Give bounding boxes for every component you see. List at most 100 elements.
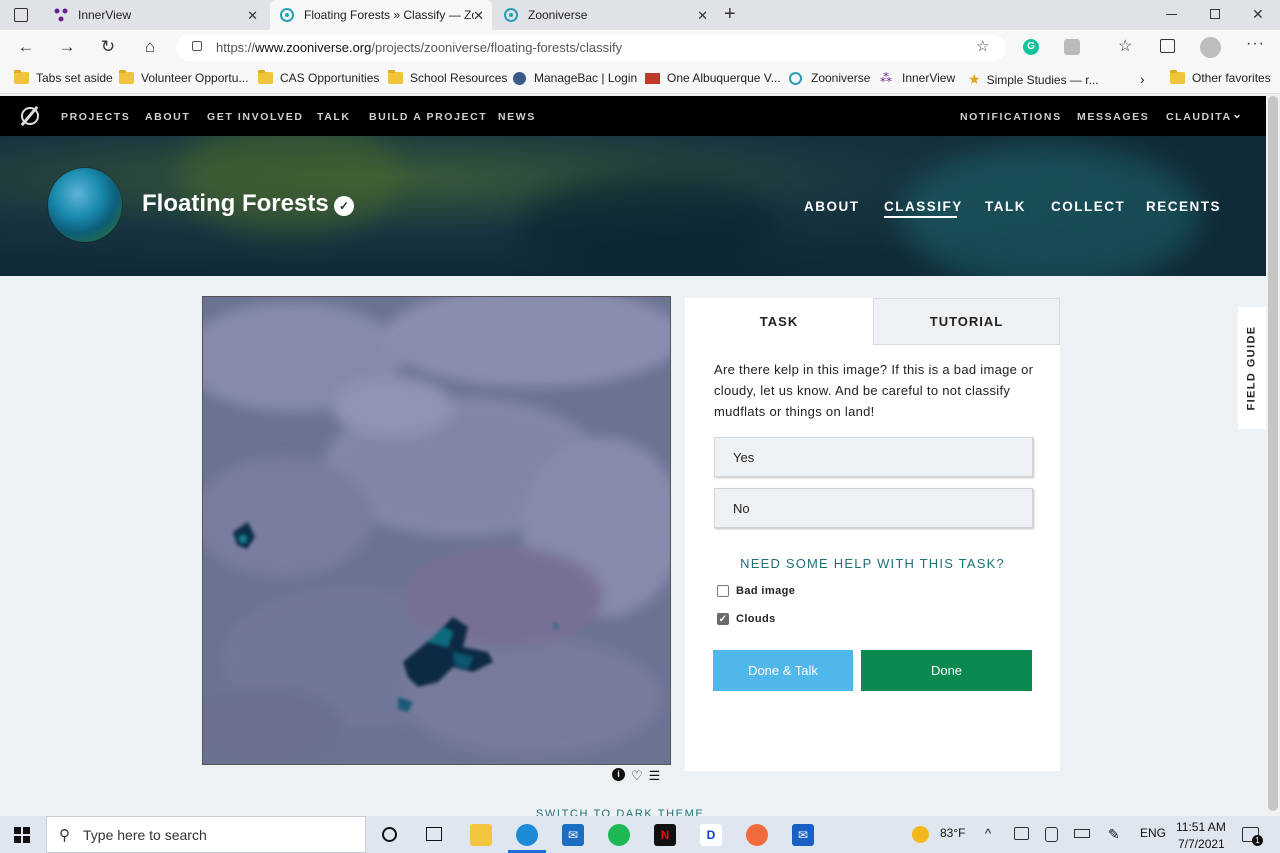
add-favorite-icon[interactable]: ☆ <box>976 37 989 55</box>
favorite-item[interactable]: School Resources <box>388 70 508 85</box>
nav-get-involved[interactable]: GET INVOLVED <box>207 111 304 123</box>
mail-calendar-icon[interactable]: ✉ <box>792 824 814 846</box>
scrollbar-thumb[interactable] <box>1268 96 1278 811</box>
more-menu-icon[interactable]: ··· <box>1246 35 1265 53</box>
close-tab-icon[interactable]: ✕ <box>247 8 258 24</box>
extension-icon[interactable] <box>1064 39 1080 55</box>
verified-check-icon: ✓ <box>334 196 354 216</box>
nav-notifications[interactable]: NOTIFICATIONS <box>960 111 1062 123</box>
browser-tab-floating-forests[interactable]: Floating Forests » Classify — Zoo ✕ <box>270 0 492 30</box>
pen-icon[interactable]: ✎ <box>1108 826 1120 843</box>
clouds-checkbox-row[interactable]: ✓ Clouds <box>717 613 776 625</box>
weather-temp[interactable]: 83°F <box>940 826 965 840</box>
favorite-item[interactable]: Volunteer Opportu... <box>119 70 249 85</box>
nav-about[interactable]: ABOUT <box>145 111 190 123</box>
favorite-item[interactable]: One Albuquerque V... <box>645 71 781 85</box>
tab-task[interactable]: TASK <box>685 298 873 345</box>
paint-icon[interactable] <box>746 824 768 846</box>
favorites-overflow-icon[interactable]: › <box>1140 71 1145 87</box>
other-favorites[interactable]: Other favorites <box>1170 70 1271 85</box>
project-avatar[interactable] <box>48 168 122 242</box>
grammarly-icon[interactable]: G <box>1023 39 1039 55</box>
clock-time[interactable]: 11:51 AM <box>1176 820 1226 834</box>
disney-plus-icon[interactable]: D <box>700 824 722 846</box>
task-help-link[interactable]: NEED SOME HELP WITH THIS TASK? <box>685 556 1060 571</box>
clock-date[interactable]: 7/7/2021 <box>1178 837 1225 851</box>
nav-user-menu[interactable]: CLAUDITA <box>1166 111 1232 123</box>
nav-talk[interactable]: TALK <box>317 111 351 123</box>
taskbar-search-input[interactable]: ⚲ Type here to search <box>46 816 366 853</box>
project-nav-recents[interactable]: RECENTS <box>1146 199 1221 214</box>
new-tab-button[interactable]: + <box>724 3 736 26</box>
favorite-label: School Resources <box>410 71 508 85</box>
bad-image-checkbox[interactable] <box>717 585 729 597</box>
tray-app-icon[interactable] <box>1045 827 1058 842</box>
clouds-checkbox[interactable]: ✓ <box>717 613 729 625</box>
file-explorer-icon[interactable] <box>470 824 492 846</box>
forward-icon[interactable]: → <box>55 36 79 58</box>
favorite-item[interactable]: ★ Simple Studies — r... <box>968 71 1099 88</box>
battery-icon[interactable] <box>1074 829 1090 838</box>
heart-icon[interactable]: ♡ <box>631 768 643 784</box>
address-bar[interactable]: https://www.zooniverse.org/projects/zoon… <box>176 34 1006 61</box>
zooniverse-icon <box>789 71 802 85</box>
close-tab-icon[interactable]: ✕ <box>473 8 484 24</box>
tray-overflow-icon[interactable]: ^ <box>985 826 991 841</box>
globe-icon <box>513 71 526 85</box>
favorite-item[interactable]: Tabs set aside <box>14 70 113 85</box>
tray-app-icon[interactable] <box>1014 827 1029 840</box>
home-icon[interactable]: ⌂ <box>138 36 162 58</box>
netflix-icon[interactable]: N <box>654 824 676 846</box>
browser-tab-zooniverse[interactable]: Zooniverse ✕ <box>494 0 716 30</box>
favorite-label: Volunteer Opportu... <box>141 71 249 85</box>
favorite-item[interactable]: CAS Opportunities <box>258 70 379 85</box>
nav-projects[interactable]: PROJECTS <box>61 111 130 123</box>
project-nav-classify[interactable]: CLASSIFY <box>884 199 963 214</box>
language-indicator[interactable]: ENG <box>1140 826 1166 840</box>
field-guide-tab[interactable]: FIELD GUIDE <box>1238 307 1266 429</box>
nav-news[interactable]: NEWS <box>498 111 536 123</box>
back-icon[interactable]: ← <box>14 36 38 58</box>
spotify-icon[interactable] <box>608 824 630 846</box>
close-tab-icon[interactable]: ✕ <box>697 8 708 24</box>
tab-actions-icon[interactable] <box>14 8 28 22</box>
nav-messages[interactable]: MESSAGES <box>1077 111 1149 123</box>
project-title[interactable]: Floating Forests <box>142 190 329 218</box>
browser-toolbar: ← → ↻ ⌂ https://www.zooniverse.org/proje… <box>0 30 1280 64</box>
done-button[interactable]: Done <box>861 650 1032 691</box>
browser-tab-innerview[interactable]: InnerView ✕ <box>44 0 266 30</box>
profile-avatar[interactable] <box>1200 37 1221 58</box>
minimize-icon[interactable] <box>1166 14 1177 15</box>
project-nav-about[interactable]: ABOUT <box>804 199 860 214</box>
favorite-item[interactable]: Zooniverse <box>789 71 870 85</box>
favorite-item[interactable]: ManageBac | Login <box>513 71 637 85</box>
favorite-item[interactable]: ⁂ InnerView <box>880 71 955 85</box>
weather-icon[interactable] <box>912 826 929 843</box>
innerview-icon: ⁂ <box>880 71 892 85</box>
refresh-icon[interactable]: ↻ <box>96 36 120 58</box>
answer-no-button[interactable]: No <box>714 488 1033 528</box>
chevron-down-icon[interactable]: ⌄ <box>1232 107 1242 121</box>
folder-icon <box>388 70 403 84</box>
info-icon[interactable]: i <box>612 768 625 781</box>
favorite-label: Zooniverse <box>811 71 871 85</box>
restore-icon[interactable] <box>1210 9 1220 19</box>
list-icon[interactable]: ☰ <box>649 768 661 784</box>
bad-image-checkbox-row[interactable]: Bad image <box>717 585 795 597</box>
cortana-icon[interactable] <box>382 827 397 842</box>
answer-yes-button[interactable]: Yes <box>714 437 1033 477</box>
close-window-icon[interactable]: ✕ <box>1252 6 1264 23</box>
favorites-icon[interactable]: ☆ <box>1118 36 1132 56</box>
tab-tutorial[interactable]: TUTORIAL <box>873 298 1060 345</box>
mail-icon[interactable]: ✉ <box>562 824 584 846</box>
project-nav-talk[interactable]: TALK <box>985 199 1026 214</box>
project-nav-collect[interactable]: COLLECT <box>1051 199 1125 214</box>
done-and-talk-button[interactable]: Done & Talk <box>713 650 853 691</box>
task-view-icon[interactable] <box>426 827 442 841</box>
collections-icon[interactable] <box>1160 39 1175 53</box>
folder-icon <box>14 70 29 84</box>
edge-icon[interactable] <box>516 824 538 846</box>
nav-build-a-project[interactable]: BUILD A PROJECT <box>369 111 487 123</box>
windows-start-icon[interactable] <box>14 827 30 843</box>
subject-image[interactable] <box>202 296 671 765</box>
